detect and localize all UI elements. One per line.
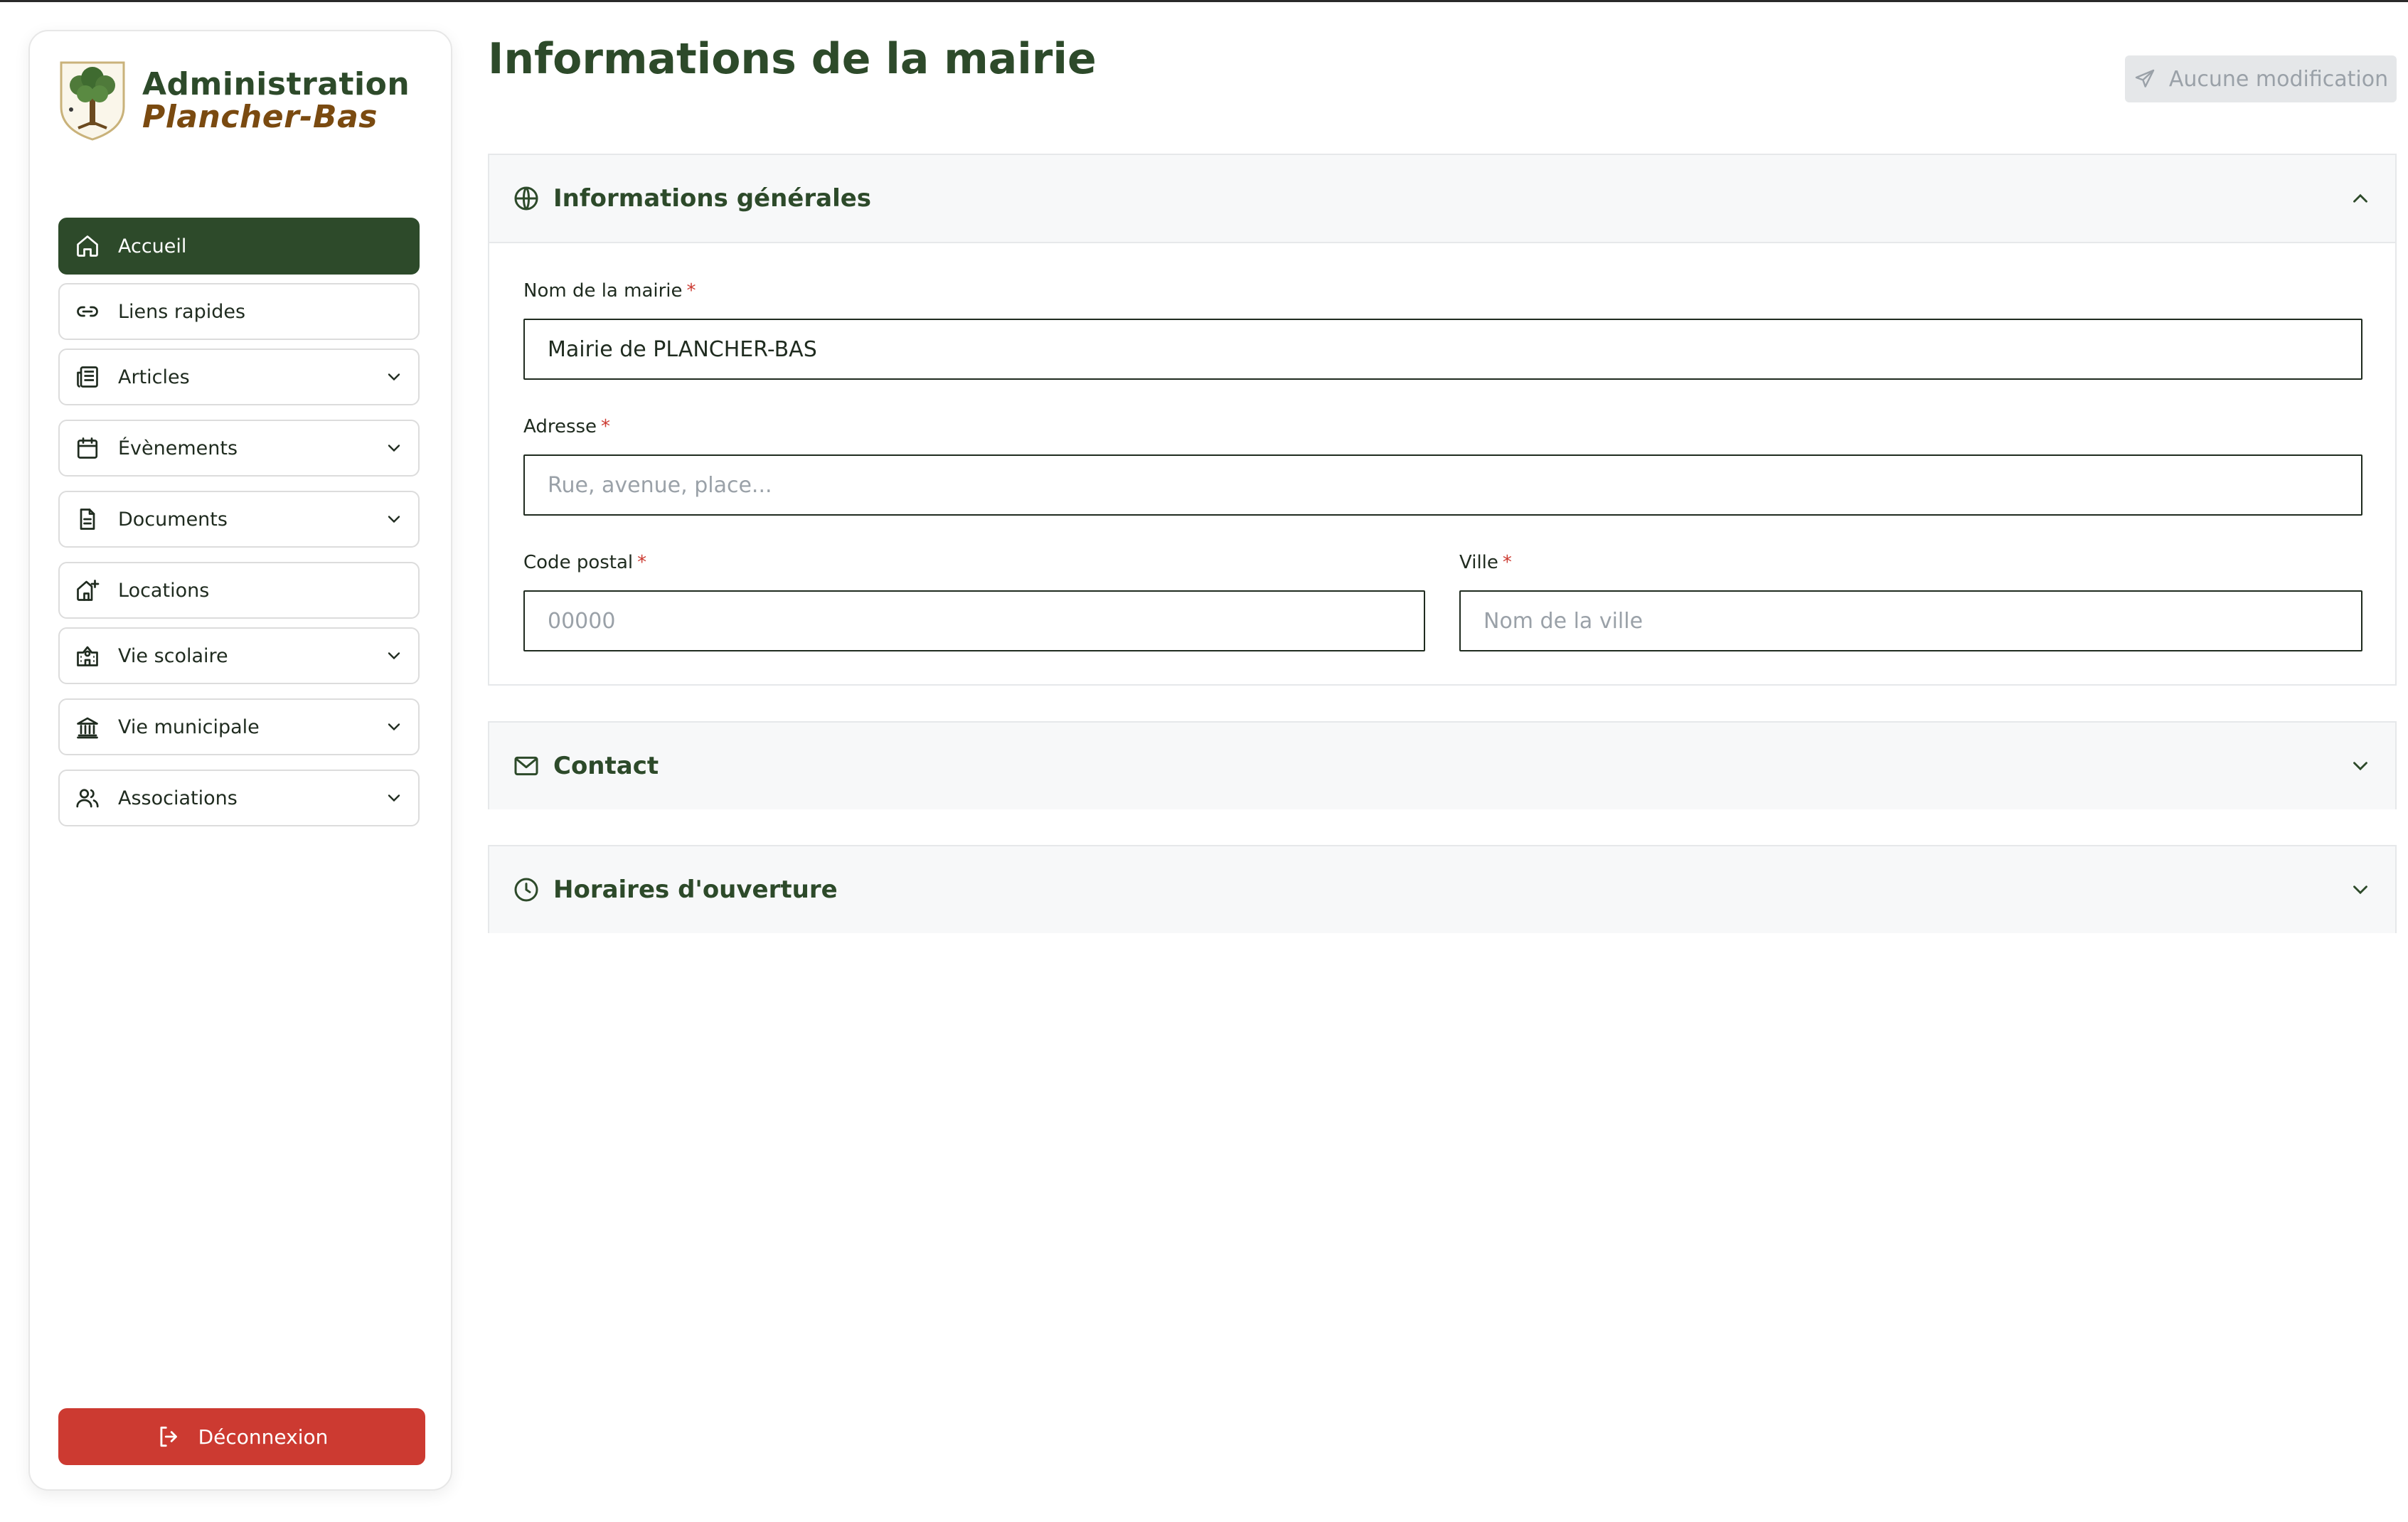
sidebar-item-label: Liens rapides bbox=[118, 300, 246, 323]
logout-icon bbox=[160, 1426, 177, 1447]
sidebar-item-liens-rapides[interactable]: Liens rapides bbox=[58, 283, 420, 340]
section-general-info-body: Nom de la mairie* Adresse* Code postal* … bbox=[489, 242, 2395, 687]
brand-logo[interactable]: Administration Plancher-Bas bbox=[57, 60, 410, 142]
users-icon bbox=[74, 784, 101, 811]
sidebar-item-documents[interactable]: Documents bbox=[58, 491, 420, 548]
section-opening-hours-header[interactable]: Horaires d'ouverture bbox=[489, 846, 2395, 933]
sidebar-item-vie-municipale[interactable]: Vie municipale bbox=[58, 698, 420, 755]
brand-subtitle: Plancher-Bas bbox=[142, 99, 378, 135]
town-hall-icon bbox=[74, 713, 101, 740]
sidebar-item-label: Évènements bbox=[118, 437, 238, 459]
save-button[interactable]: Aucune modification bbox=[2125, 55, 2397, 102]
house-plus-icon bbox=[74, 577, 101, 604]
section-title: Contact bbox=[553, 752, 659, 780]
calendar-icon bbox=[74, 435, 101, 462]
sidebar-item-label: Articles bbox=[118, 366, 190, 388]
logout-button[interactable]: Déconnexion bbox=[58, 1408, 425, 1465]
clock-icon bbox=[514, 878, 538, 902]
sidebar-item-vie-scolaire[interactable]: Vie scolaire bbox=[58, 627, 420, 684]
section-title: Horaires d'ouverture bbox=[553, 876, 838, 904]
save-button-label: Aucune modification bbox=[2168, 66, 2389, 92]
coat-of-arms-icon bbox=[60, 61, 125, 141]
sidebar-item-label: Locations bbox=[118, 579, 210, 602]
brand-title: Administration bbox=[142, 65, 410, 102]
logout-label: Déconnexion bbox=[198, 1425, 329, 1449]
address-input[interactable] bbox=[523, 454, 2362, 516]
sidebar-item-evenements[interactable]: Évènements bbox=[58, 420, 420, 477]
newspaper-icon bbox=[74, 363, 101, 390]
section-opening-hours: Horaires d'ouverture bbox=[488, 845, 2397, 933]
sidebar-item-label: Accueil bbox=[118, 235, 187, 257]
chevron-down-icon bbox=[2353, 885, 2367, 895]
chevron-down-icon bbox=[2353, 762, 2367, 771]
chevron-down-icon bbox=[388, 373, 400, 381]
sidebar-item-label: Associations bbox=[118, 787, 238, 809]
section-contact: Contact bbox=[488, 721, 2397, 809]
field-label-name: Nom de la mairie * bbox=[523, 280, 696, 302]
chevron-up-icon bbox=[2353, 193, 2367, 203]
globe-icon bbox=[514, 186, 538, 211]
link-icon bbox=[74, 298, 101, 325]
city-input[interactable] bbox=[1459, 590, 2362, 651]
sidebar-item-articles[interactable]: Articles bbox=[58, 348, 420, 405]
sidebar-item-associations[interactable]: Associations bbox=[58, 770, 420, 826]
document-icon bbox=[74, 506, 101, 533]
chevron-down-icon bbox=[388, 723, 400, 731]
home-icon bbox=[74, 233, 101, 260]
sidebar-item-label: Vie scolaire bbox=[118, 644, 228, 667]
sidebar-item-label: Vie municipale bbox=[118, 715, 260, 738]
field-label-address: Adresse * bbox=[523, 416, 611, 437]
chevron-down-icon bbox=[388, 516, 400, 523]
page-title: Informations de la mairie bbox=[488, 34, 1097, 84]
send-icon bbox=[2135, 69, 2155, 87]
section-general-info-header[interactable]: Informations générales bbox=[489, 155, 2395, 242]
field-label-postal-code: Code postal * bbox=[523, 552, 647, 573]
postal-code-input[interactable] bbox=[523, 590, 1425, 651]
sidebar-item-label: Documents bbox=[118, 508, 228, 531]
school-icon bbox=[74, 642, 101, 669]
sidebar: Administration Plancher-Bas Accueil Lien… bbox=[28, 30, 452, 1491]
section-title: Informations générales bbox=[553, 184, 872, 213]
chevron-down-icon bbox=[388, 445, 400, 452]
chevron-down-icon bbox=[388, 652, 400, 660]
sidebar-item-locations[interactable]: Locations bbox=[58, 562, 420, 619]
mail-icon bbox=[514, 756, 538, 776]
town-hall-name-input[interactable] bbox=[523, 319, 2362, 380]
field-label-city: Ville * bbox=[1459, 552, 1512, 573]
sidebar-item-accueil[interactable]: Accueil bbox=[58, 218, 420, 275]
section-general-info: Informations générales Nom de la mairie *… bbox=[488, 154, 2397, 686]
chevron-down-icon bbox=[388, 794, 400, 802]
window-top-border bbox=[0, 0, 2408, 2]
section-contact-header[interactable]: Contact bbox=[489, 723, 2395, 809]
